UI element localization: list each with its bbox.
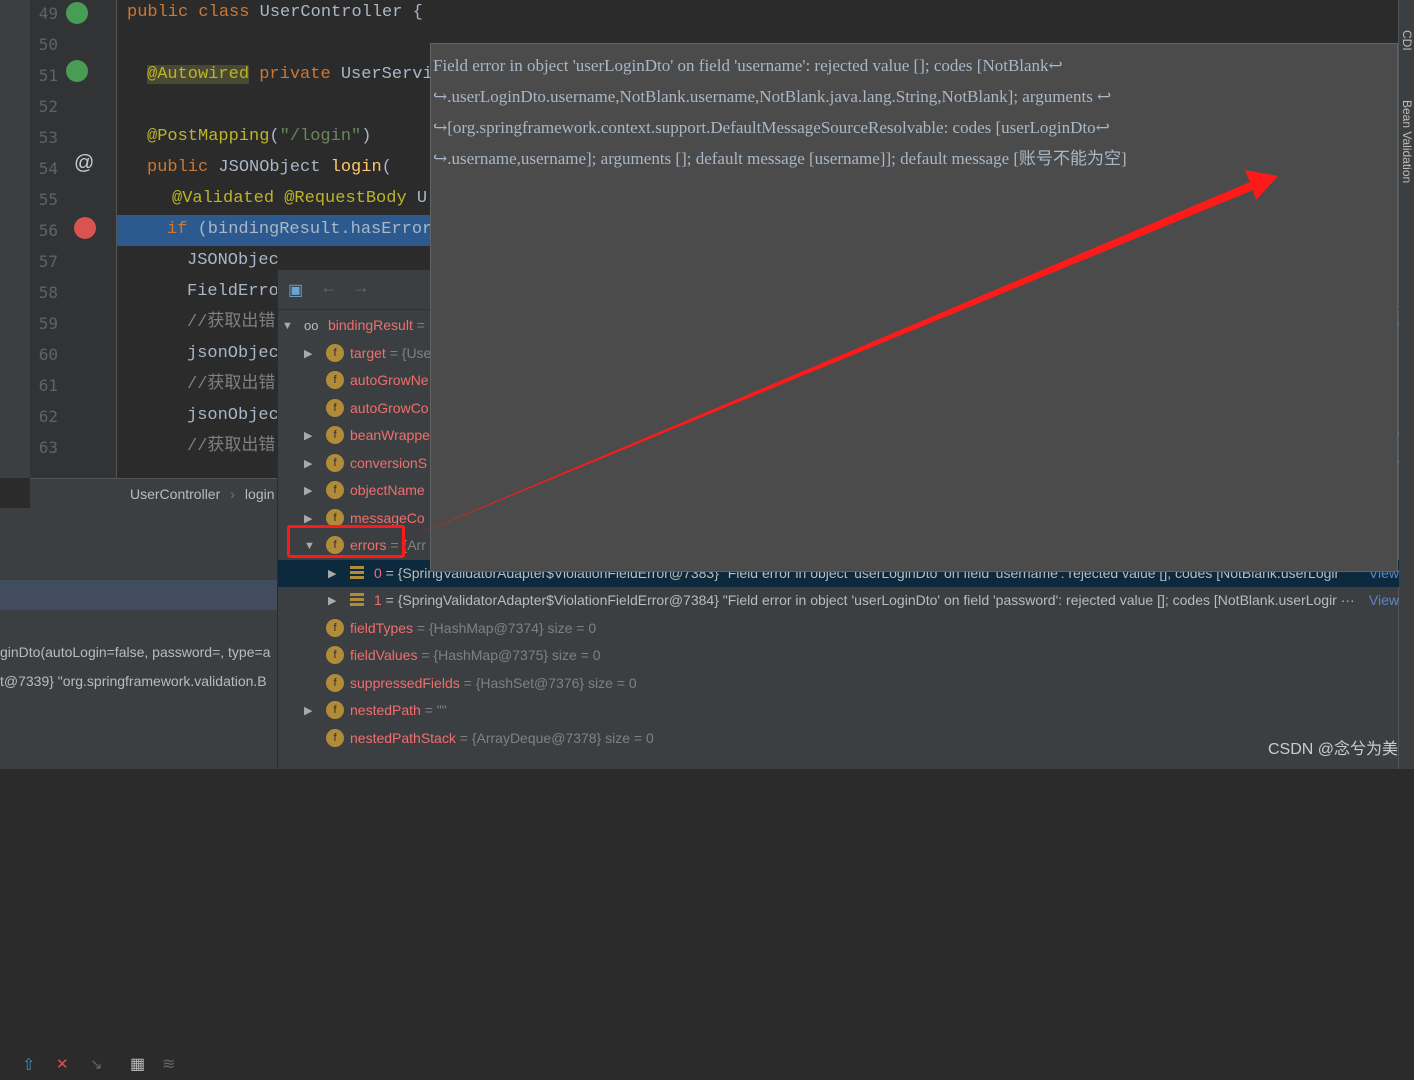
trace-icon[interactable]: ≋ (162, 1054, 175, 1074)
watermark: CSDN @念兮为美 (1267, 741, 1398, 758)
annotation-arrow (404, 170, 1278, 540)
debug-toolbar: ⇧ ✕ ↘ ▦ ≋ (0, 1048, 277, 1080)
drop-frame-icon[interactable]: ✕ (56, 1055, 69, 1073)
step-out-icon[interactable]: ⇧ (22, 1055, 35, 1075)
evaluate-icon[interactable]: ▦ (130, 1054, 145, 1074)
run-to-cursor-icon[interactable]: ↘ (90, 1055, 103, 1073)
